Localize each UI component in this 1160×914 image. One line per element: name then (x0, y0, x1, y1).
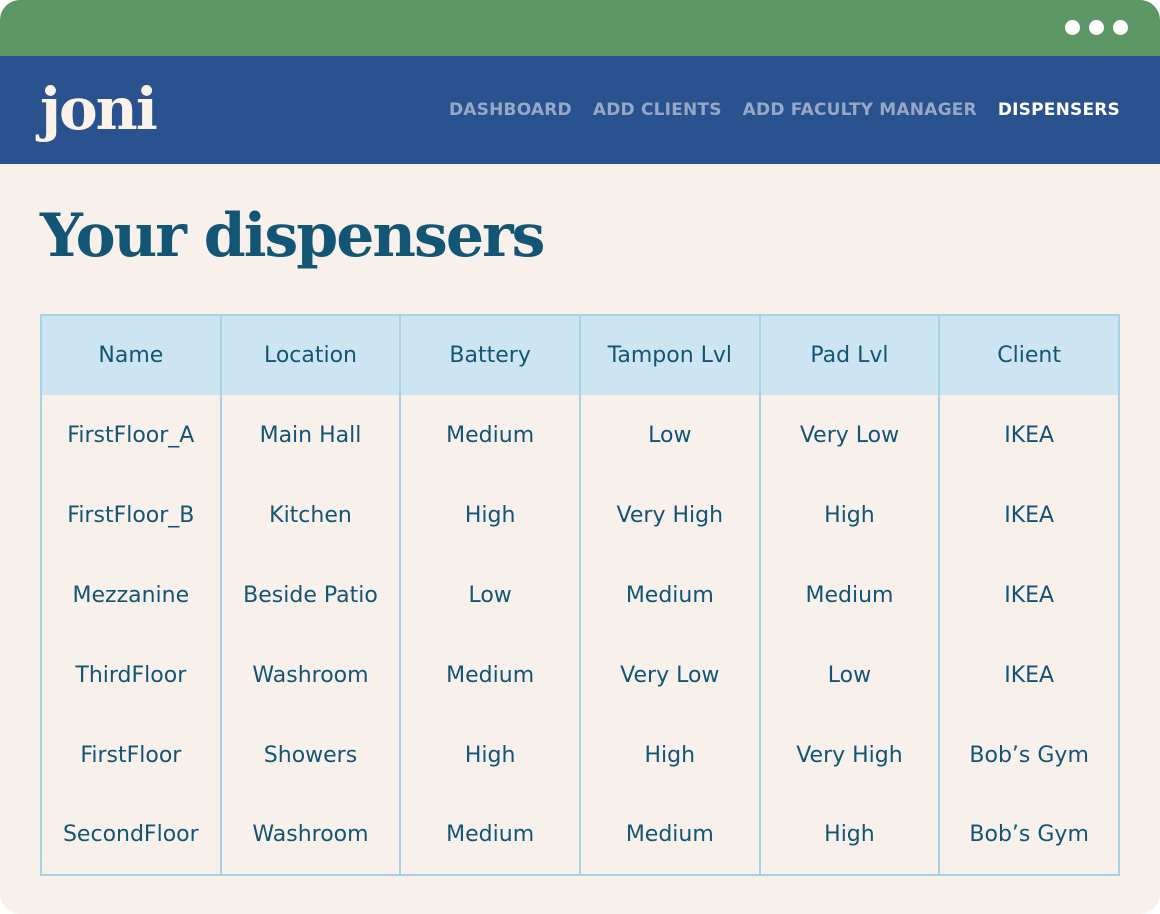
cell-pad-lvl: Very High (758, 715, 941, 795)
cell-location: Kitchen (219, 475, 402, 555)
cell-tampon-lvl: Medium (578, 555, 761, 635)
cell-pad-lvl: Very Low (758, 395, 941, 475)
nav-dispensers[interactable]: DISPENSERS (998, 99, 1120, 121)
dot-icon (1113, 20, 1128, 35)
cell-pad-lvl: High (758, 795, 941, 876)
cell-name: FirstFloor_A (40, 395, 222, 475)
cell-battery: Low (399, 555, 581, 635)
cell-location: Beside Patio (219, 555, 402, 635)
table-header-row: Name Location Battery Tampon Lvl Pad Lvl… (40, 314, 1120, 395)
cell-battery: High (399, 475, 581, 555)
cell-name: FirstFloor_B (40, 475, 222, 555)
cell-pad-lvl: Medium (758, 555, 941, 635)
dot-icon (1089, 20, 1104, 35)
cell-location: Washroom (219, 795, 402, 876)
cell-location: Showers (219, 715, 402, 795)
cell-pad-lvl: High (758, 475, 941, 555)
cell-pad-lvl: Low (758, 635, 941, 715)
cell-tampon-lvl: High (578, 715, 761, 795)
column-header-tampon-lvl[interactable]: Tampon Lvl (578, 314, 761, 395)
cell-location: Main Hall (219, 395, 402, 475)
top-navbar: joni DASHBOARD ADD CLIENTS ADD FACULTY M… (0, 56, 1160, 164)
table-header: Name Location Battery Tampon Lvl Pad Lvl… (40, 314, 1120, 395)
cell-name: ThirdFloor (40, 635, 222, 715)
window-titlebar (0, 0, 1160, 56)
window-menu-button[interactable] (1065, 20, 1128, 35)
app-window: joni DASHBOARD ADD CLIENTS ADD FACULTY M… (0, 0, 1160, 914)
cell-client: IKEA (938, 475, 1120, 555)
cell-client: IKEA (938, 635, 1120, 715)
cell-tampon-lvl: Medium (578, 795, 761, 876)
cell-battery: Medium (399, 795, 581, 876)
table-row[interactable]: FirstFloor Showers High High Very High B… (40, 715, 1120, 795)
nav-dashboard[interactable]: DASHBOARD (449, 99, 572, 121)
cell-name: Mezzanine (40, 555, 222, 635)
nav-add-clients[interactable]: ADD CLIENTS (593, 99, 722, 121)
cell-client: IKEA (938, 395, 1120, 475)
column-header-name[interactable]: Name (40, 314, 222, 395)
cell-name: FirstFloor (40, 715, 222, 795)
cell-name: SecondFloor (40, 795, 222, 876)
table-row[interactable]: Mezzanine Beside Patio Low Medium Medium… (40, 555, 1120, 635)
joni-logo[interactable]: joni (40, 74, 158, 144)
main-nav: DASHBOARD ADD CLIENTS ADD FACULTY MANAGE… (449, 99, 1120, 121)
table-row[interactable]: FirstFloor_A Main Hall Medium Low Very L… (40, 395, 1120, 475)
cell-tampon-lvl: Very Low (578, 635, 761, 715)
dot-icon (1065, 20, 1080, 35)
dispensers-table: Name Location Battery Tampon Lvl Pad Lvl… (40, 314, 1120, 876)
cell-location: Washroom (219, 635, 402, 715)
column-header-location[interactable]: Location (219, 314, 402, 395)
column-header-pad-lvl[interactable]: Pad Lvl (758, 314, 941, 395)
cell-tampon-lvl: Low (578, 395, 761, 475)
page-title: Your dispensers (40, 201, 545, 271)
column-header-client[interactable]: Client (938, 314, 1120, 395)
nav-add-faculty-manager[interactable]: ADD FACULTY MANAGER (743, 99, 977, 121)
cell-client: IKEA (938, 555, 1120, 635)
cell-battery: High (399, 715, 581, 795)
cell-battery: Medium (399, 635, 581, 715)
table-row[interactable]: ThirdFloor Washroom Medium Very Low Low … (40, 635, 1120, 715)
cell-client: Bob’s Gym (938, 715, 1120, 795)
table-row[interactable]: SecondFloor Washroom Medium Medium High … (40, 795, 1120, 876)
table-body: FirstFloor_A Main Hall Medium Low Very L… (40, 395, 1120, 876)
table-row[interactable]: FirstFloor_B Kitchen High Very High High… (40, 475, 1120, 555)
cell-battery: Medium (399, 395, 581, 475)
cell-tampon-lvl: Very High (578, 475, 761, 555)
column-header-battery[interactable]: Battery (399, 314, 581, 395)
cell-client: Bob’s Gym (938, 795, 1120, 876)
